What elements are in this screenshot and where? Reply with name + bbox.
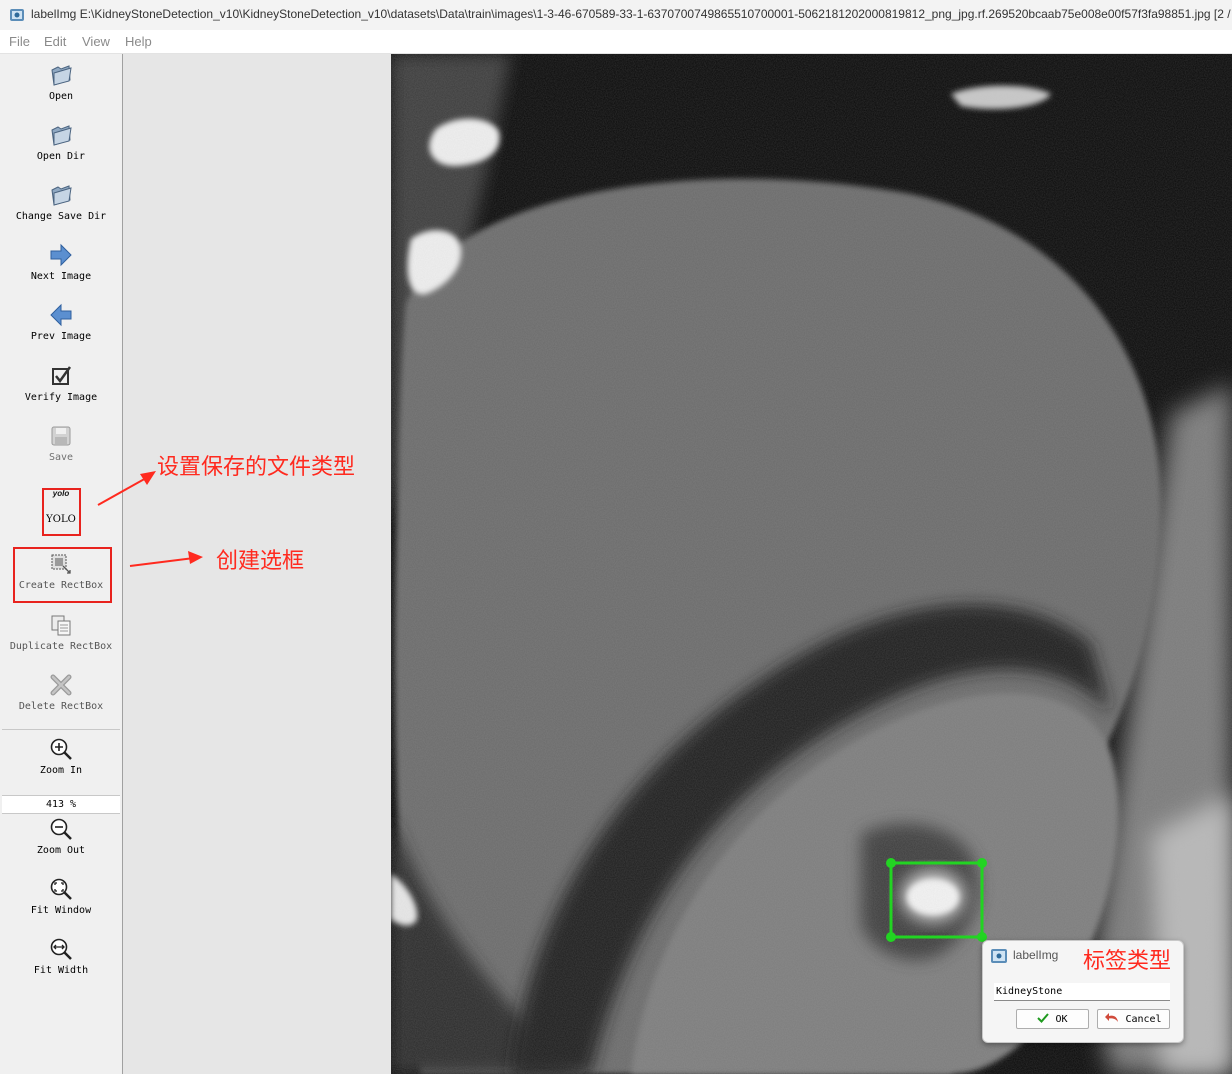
ok-label: OK [1055, 1014, 1068, 1025]
annotation-save-format: 设置保存的文件类型 [157, 455, 356, 480]
ok-button[interactable]: OK [1016, 1009, 1089, 1029]
annotation-create-box: 创建选框 [216, 549, 305, 574]
label-input[interactable]: KidneyStone [994, 983, 1170, 1001]
undo-arrow-icon [1105, 1013, 1119, 1022]
check-icon [1037, 1013, 1050, 1023]
cancel-label: Cancel [1125, 1014, 1162, 1025]
arrow-to-yolo [97, 471, 156, 506]
arrow-to-create-rectbox [129, 551, 203, 567]
dialog-title: labelImg [1013, 948, 1059, 962]
annotation-label-type: 标签类型 [1083, 949, 1172, 974]
annotation-arrows [97, 471, 1080, 981]
labelimg-app-icon [991, 949, 1007, 963]
cancel-button[interactable]: Cancel [1097, 1009, 1170, 1029]
